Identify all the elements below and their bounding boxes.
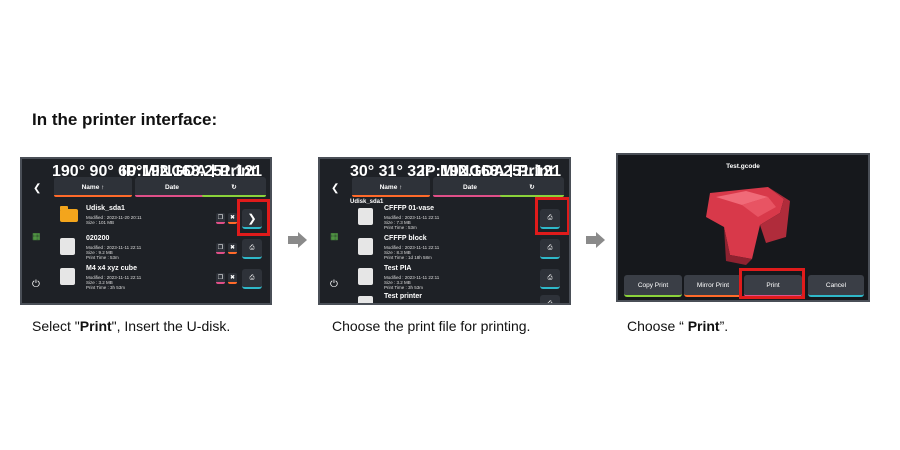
tab-date[interactable]: Date	[433, 177, 507, 197]
copy-icon[interactable]: ❐	[216, 213, 225, 224]
mirror-print-button[interactable]: Mirror Print	[684, 275, 742, 297]
cancel-button[interactable]: Cancel	[808, 275, 864, 297]
copy-icon[interactable]: ❐	[216, 243, 225, 254]
tab-refresh[interactable]: ↻	[202, 177, 266, 197]
power-icon[interactable]: ⏻	[330, 279, 338, 290]
power-icon[interactable]: ⏻	[32, 279, 40, 290]
caption-step-2: Choose the print file for printing.	[332, 318, 531, 334]
print-icon[interactable]: ⎙	[540, 269, 560, 289]
highlight-box	[237, 199, 270, 236]
printer-screen-2: 30° 31° 32° MINGDA | Print IP:192.168.25…	[318, 157, 571, 305]
file-icon	[358, 208, 373, 225]
apps-icon[interactable]: ▦	[330, 231, 339, 242]
file-icon	[358, 296, 373, 303]
tab-date[interactable]: Date	[135, 177, 209, 197]
print-icon[interactable]: ⎙	[540, 239, 560, 259]
file-icon	[358, 238, 373, 255]
file-icon	[60, 268, 75, 285]
file-icon	[60, 238, 75, 255]
back-icon[interactable]: ❮	[331, 183, 339, 194]
tab-name[interactable]: Name ↑	[352, 177, 430, 197]
list-item[interactable]: M4 x4 xyz cube Modified : 2023-11-11 22:…	[58, 265, 270, 293]
list-item[interactable]: 020200 Modified : 2023-11-11 22:11 Size …	[58, 235, 270, 263]
delete-icon[interactable]: ✖	[228, 243, 237, 254]
highlight-box	[535, 197, 569, 235]
list-item[interactable]: CFFFP block Modified : 2023-11-11 22:11 …	[356, 235, 569, 263]
list-item[interactable]: Test printer ⎙	[356, 293, 569, 303]
copy-icon[interactable]: ❐	[216, 273, 225, 284]
apps-icon[interactable]: ▦	[32, 231, 41, 242]
caption-step-1: Select "Print", Insert the U-disk.	[32, 318, 231, 334]
caption-step-3: Choose “ Print”.	[627, 318, 729, 334]
copy-print-button[interactable]: Copy Print	[624, 275, 682, 297]
file-icon	[358, 268, 373, 285]
print-icon[interactable]: ⎙	[242, 269, 262, 289]
delete-icon[interactable]: ✖	[228, 213, 237, 224]
delete-icon[interactable]: ✖	[228, 273, 237, 284]
tab-name[interactable]: Name ↑	[54, 177, 132, 197]
print-icon[interactable]: ⎙	[242, 239, 262, 259]
tab-refresh[interactable]: ↻	[500, 177, 564, 197]
print-icon[interactable]: ⎙	[540, 295, 560, 303]
highlight-box	[739, 268, 805, 299]
folder-icon	[60, 206, 78, 222]
page-heading: In the printer interface:	[32, 110, 218, 129]
list-item[interactable]: Test PIA Modified : 2023-11-11 22:11 Siz…	[356, 265, 569, 293]
back-icon[interactable]: ❮	[33, 183, 41, 194]
printer-screen-1: 190° 90° 60° MINGDA | Print IP:192.168.2…	[20, 157, 272, 305]
